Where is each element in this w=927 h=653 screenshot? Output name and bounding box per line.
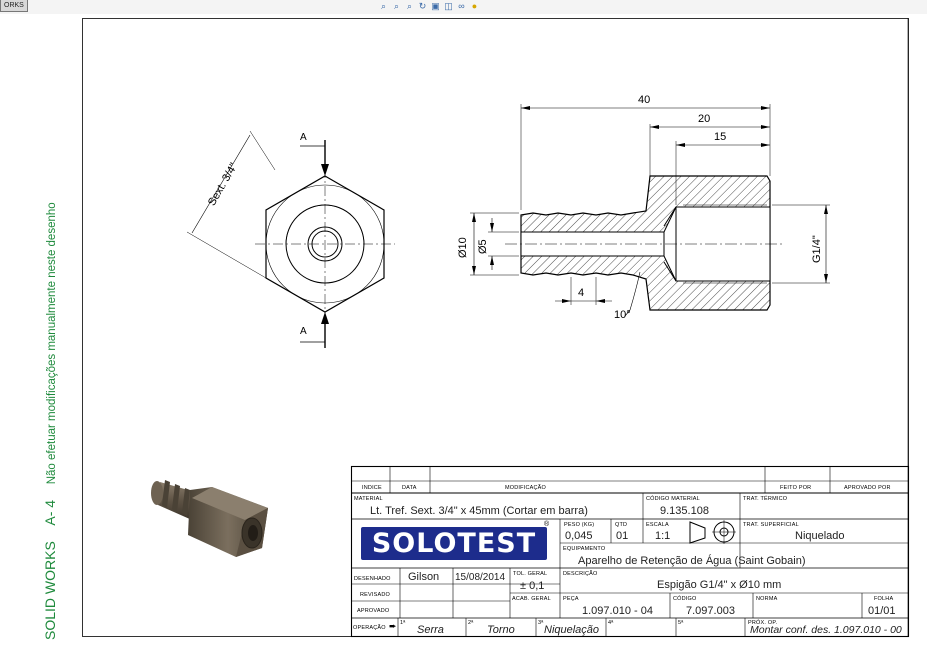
dim-thread: G1/4" <box>811 235 823 263</box>
operacao-arrow-icon: ➨ <box>389 621 397 631</box>
value-escala: 1:1 <box>655 530 671 542</box>
label-descricao: DESCRIÇÃO <box>563 571 598 577</box>
dim-20: 20 <box>698 113 711 125</box>
label-equipamento: EQUIPAMENTO <box>563 546 606 552</box>
value-peso: 0,045 <box>565 530 593 542</box>
label-indice: INDICE <box>362 485 382 491</box>
section-a-top: A <box>300 132 307 143</box>
label-op5: 5ª <box>678 620 684 626</box>
value-equipamento: Aparelho de Retenção de Água (Saint Goba… <box>578 555 806 567</box>
value-descricao: Espigão G1/4" x Ø10 mm <box>657 579 782 591</box>
label-material: MATERIAL <box>354 496 383 502</box>
label-trat-superficial: TRAT. SUPERFICIAL <box>743 522 799 528</box>
logo-box: SOLOTEST <box>355 521 553 566</box>
label-escala: ESCALA <box>646 522 669 528</box>
value-op3: Niquelação <box>544 624 600 636</box>
label-op1: 1ª <box>400 620 406 626</box>
dim-15: 15 <box>714 131 727 143</box>
label-codigo: CÓDIGO <box>673 596 697 602</box>
logo-registered-mark: ® <box>544 521 550 528</box>
label-acab-geral: ACAB. GERAL <box>512 596 551 602</box>
label-aprovado: APROVADO <box>357 608 390 614</box>
sheet-note: Não efetuar modificações manualmente nes… <box>46 202 58 485</box>
value-data: 15/08/2014 <box>455 572 506 583</box>
dim-dia10: Ø10 <box>457 237 469 258</box>
value-desenhado: Gilson <box>408 571 440 583</box>
label-peso: PESO (KG) <box>564 522 595 528</box>
label-aprovado-por: APROVADO POR <box>844 485 891 491</box>
software-label: SOLID WORKS <box>42 541 58 640</box>
label-feito-por: FEITO POR <box>780 485 812 491</box>
value-op1: Serra <box>417 624 444 636</box>
value-tol-geral: ± 0,1 <box>520 580 545 592</box>
dim-4: 4 <box>578 287 585 299</box>
label-tol-geral: TOL. GERAL <box>513 571 548 577</box>
label-op2: 2ª <box>468 620 474 626</box>
format-label: A- 4 <box>42 499 58 526</box>
label-revisado: REVISADO <box>360 592 391 598</box>
label-desenhado: DESENHADO <box>354 576 391 582</box>
label-codigo-material: CÓDIGO MATERIAL <box>646 496 700 502</box>
value-material: Lt. Tref. Sext. 3/4" x 45mm (Cortar em b… <box>370 505 588 517</box>
label-peca: PEÇA <box>563 596 579 602</box>
label-qtd: QTD <box>615 522 628 528</box>
sidebar-vertical-text: SOLID WORKS A- 4 Não efetuar modificaçõe… <box>42 190 58 640</box>
dim-angle: 10° <box>614 309 631 321</box>
label-op4: 4ª <box>608 620 614 626</box>
value-prox-op: Montar conf. des. 1.097.010 - 00 <box>750 624 902 636</box>
label-op3: 3ª <box>538 620 544 626</box>
value-peca: 1.097.010 - 04 <box>582 605 653 617</box>
section-a-bottom: A <box>300 326 307 337</box>
value-codigo: 7.097.003 <box>686 605 735 617</box>
section-view <box>470 104 830 317</box>
label-modificacao: MODIFICAÇÃO <box>505 485 547 491</box>
value-codigo-material: 9.135.108 <box>660 505 709 517</box>
front-view <box>186 130 395 348</box>
value-trat-superficial: Niquelado <box>795 530 845 542</box>
label-operacao: OPERAÇÃO <box>353 625 386 631</box>
value-folha: 01/01 <box>868 605 896 617</box>
dim-40: 40 <box>638 94 651 106</box>
value-op2: Torno <box>487 624 515 636</box>
label-folha: FOLHA <box>874 596 894 602</box>
isometric-part <box>151 480 268 557</box>
label-trat-termico: TRAT. TÉRMICO <box>743 496 788 502</box>
value-qtd: 01 <box>616 530 629 542</box>
company-logo: SOLOTEST <box>361 527 547 560</box>
dim-dia5: Ø5 <box>477 239 489 254</box>
label-norma: NORMA <box>756 596 778 602</box>
label-data: DATA <box>402 485 417 491</box>
